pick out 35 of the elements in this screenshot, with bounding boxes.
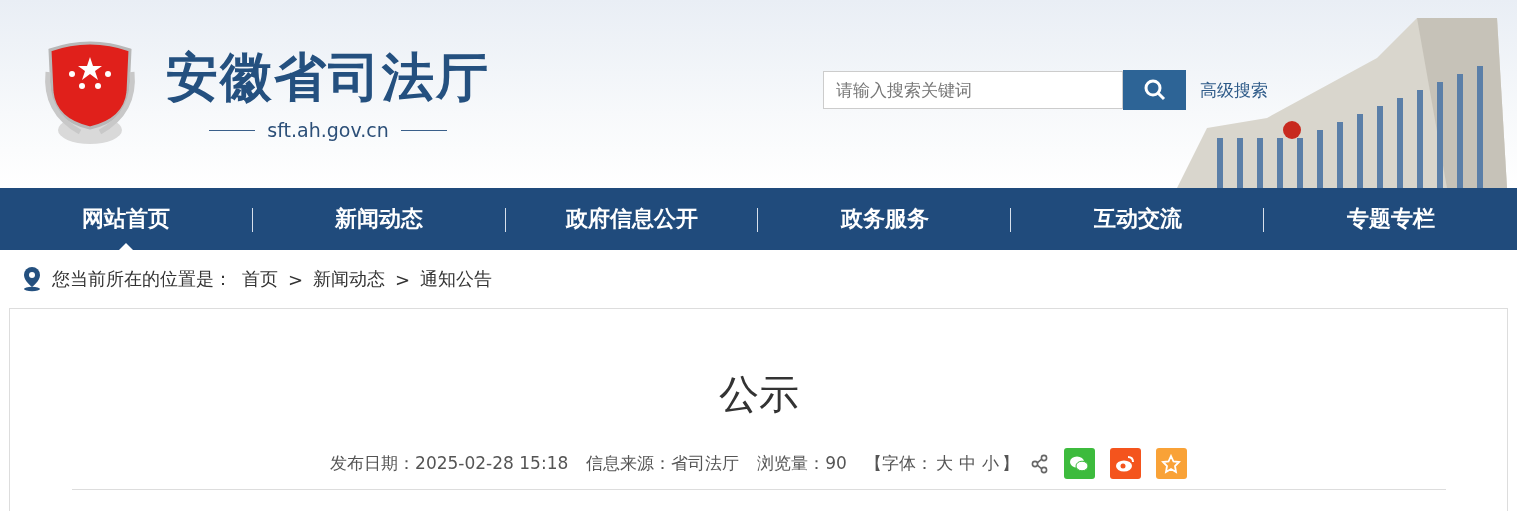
article-title: 公示 [718,370,799,419]
breadcrumb-link[interactable]: 首页 [242,267,278,291]
font-size-bracket: 】 [1001,452,1019,475]
nav-tab[interactable]: 互动交流 [1069,188,1206,250]
font-size-link[interactable]: 中 [958,452,976,475]
advanced-search-link[interactable]: 高级搜索 [1200,78,1268,102]
font-size-link[interactable]: 小 [981,452,999,475]
breadcrumb-separator: > [395,268,411,290]
favorite-share-button[interactable] [1155,448,1187,479]
meta-info: 浏览量：90 [757,452,847,475]
search-button[interactable] [1123,70,1186,110]
nav-tab[interactable]: 政府信息公开 [542,188,723,250]
search-field[interactable]: 请输入搜索关键词 [823,71,1123,109]
breadcrumb-separator: > [288,268,304,290]
share-icon[interactable] [1030,453,1049,474]
favorite-icon [1161,453,1182,474]
wechat-icon [1069,454,1090,473]
nav-tab[interactable]: 新闻动态 [311,188,448,250]
wechat-share-button[interactable] [1063,448,1095,479]
nav-tab[interactable]: 网站首页 [58,188,195,250]
nav-tab[interactable]: 专题专栏 [1322,188,1459,250]
site-domain: sft.ah.gov.cn [267,119,389,141]
breadcrumb-label: 您当前所在的位置是： [52,267,232,291]
font-size-link[interactable]: 大 [935,452,953,475]
meta-info: 发布日期：2025-02-28 15:18 [330,452,569,475]
site-title: 安徽省司法厅 [166,45,490,109]
breadcrumb-link[interactable]: 新闻动态 [313,267,386,291]
breadcrumb-link[interactable]: 通知公告 [420,267,493,291]
search-icon [1142,78,1167,102]
nav-tab[interactable]: 政务服务 [816,188,953,250]
meta-info: 信息来源：省司法厅 [586,452,740,475]
font-size-label: 【字体： [864,452,933,475]
weibo-share-button[interactable] [1109,448,1141,479]
weibo-icon [1115,454,1136,473]
location-pin-icon [22,266,42,292]
